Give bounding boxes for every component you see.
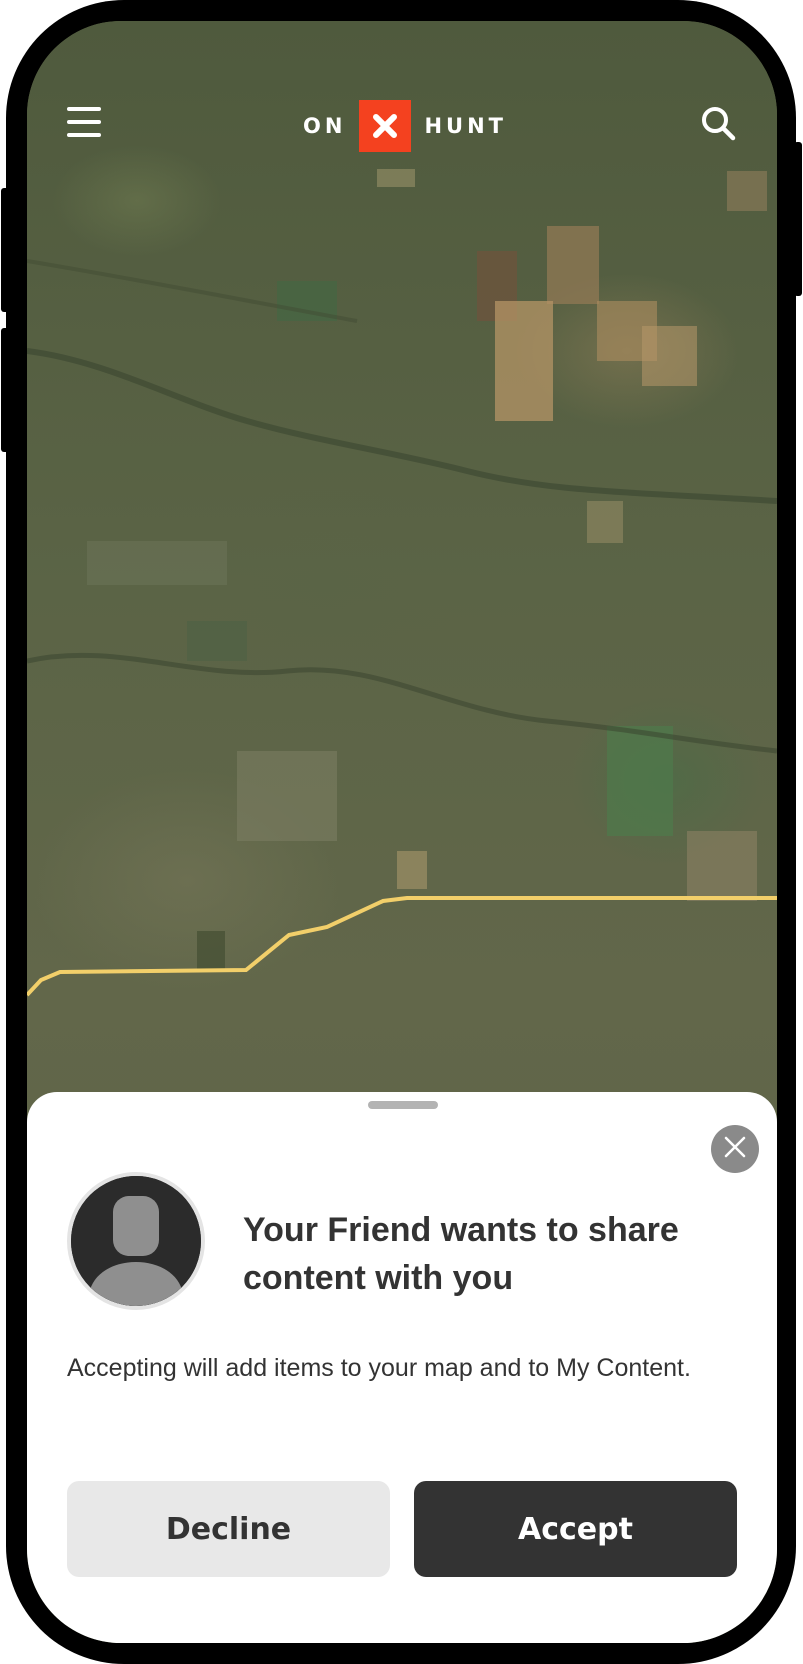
brand-left-text: ON [303,114,347,138]
close-icon [724,1136,746,1163]
map-parcel [397,851,427,889]
brand-right-text: HUNT [424,114,507,138]
sheet-drag-handle[interactable] [368,1101,438,1109]
map-parcel [377,169,415,187]
phone-screen: ON HUNT Your Friend wants to share conte… [27,21,777,1643]
phone-side-button-right [794,142,802,296]
map-parcel [495,301,553,421]
map-parcel [237,751,337,841]
phone-side-button-left-2 [1,328,9,452]
search-icon[interactable] [700,105,736,141]
phone-side-button-left-1 [1,188,9,312]
hamburger-menu-icon[interactable] [67,107,101,137]
share-content-sheet: Your Friend wants to share content with … [27,1092,777,1643]
share-title: Your Friend wants to share content with … [243,1211,679,1297]
map-parcel [727,171,767,211]
map-parcel [687,831,757,901]
map-creek [27,652,777,754]
map-parcel [197,931,225,971]
onx-hunt-logo: ON HUNT [303,100,507,152]
decline-button[interactable]: Decline [67,1481,390,1577]
default-user-avatar-icon [71,1176,201,1306]
close-button[interactable] [711,1125,759,1173]
map-parcel [187,621,247,661]
friend-avatar [67,1172,205,1310]
map-parcel [587,501,623,543]
boundary-line [27,896,777,997]
brand-x-icon [359,100,412,152]
map-parcel [87,541,227,585]
map-parcel [547,226,599,304]
map-overlay [27,169,777,997]
accept-button[interactable]: Accept [414,1481,737,1577]
map-parcel [607,726,673,836]
map-parcel [642,326,697,386]
share-description: Accepting will add items to your map and… [67,1354,691,1382]
